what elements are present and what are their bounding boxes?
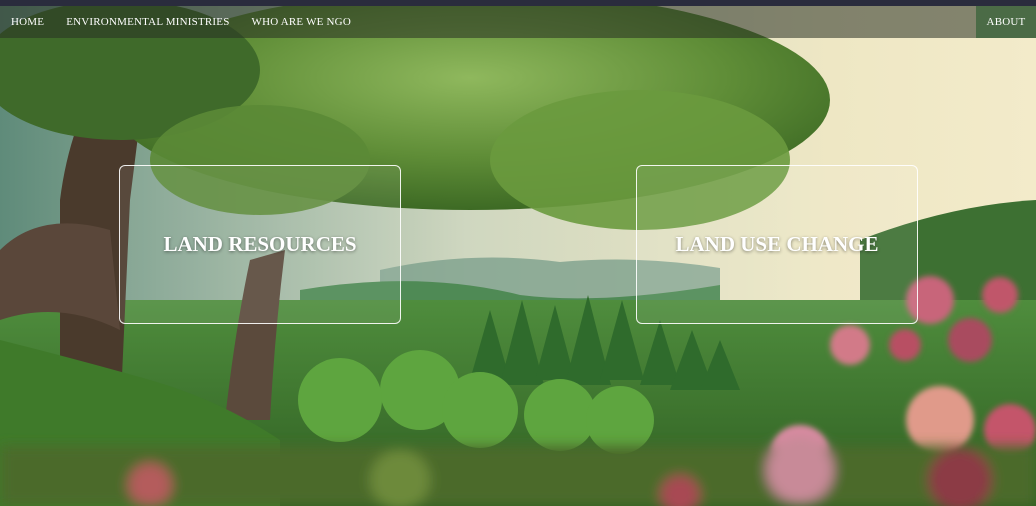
nav-about-label: ABOUT: [986, 16, 1026, 28]
nav-links: HOME ENVIRONMENTAL MINISTRIES WHO ARE WE…: [0, 6, 373, 38]
nav-who-are-we-link[interactable]: WHO ARE WE NGO: [252, 16, 351, 28]
nav-home-link[interactable]: HOME: [11, 16, 44, 28]
nav-about-button[interactable]: ABOUT: [976, 6, 1036, 38]
top-strip: [0, 0, 1036, 6]
land-use-change-card[interactable]: LAND USE CHANGE: [636, 165, 918, 324]
land-use-change-title: LAND USE CHANGE: [675, 232, 879, 256]
top-navbar: HOME ENVIRONMENTAL MINISTRIES WHO ARE WE…: [0, 6, 1036, 38]
land-resources-card[interactable]: LAND RESOURCES: [119, 165, 401, 324]
land-resources-title: LAND RESOURCES: [163, 232, 357, 256]
nav-environmental-ministries-link[interactable]: ENVIRONMENTAL MINISTRIES: [66, 16, 229, 28]
page: HOME ENVIRONMENTAL MINISTRIES WHO ARE WE…: [0, 0, 1036, 506]
